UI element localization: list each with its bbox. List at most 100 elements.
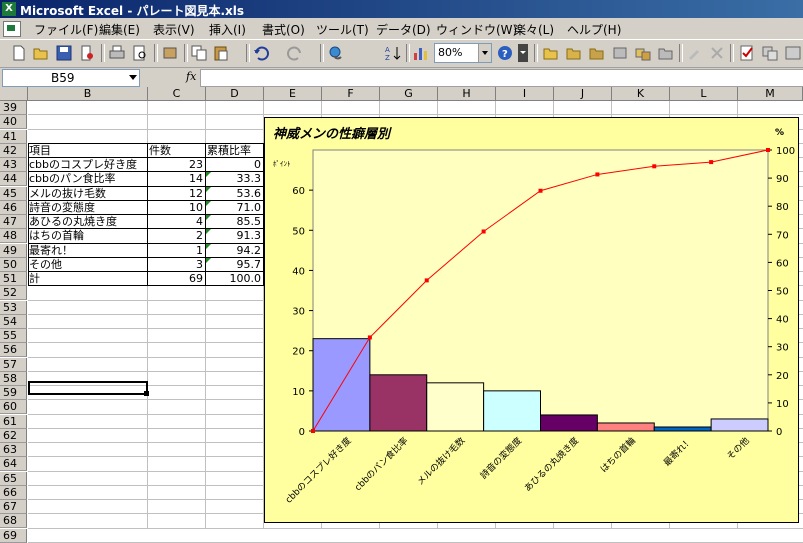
column-header-e[interactable]: E [264, 87, 322, 101]
bar[interactable] [483, 390, 541, 432]
row-header-62[interactable]: 62 [0, 429, 27, 443]
menu-help[interactable]: ヘルプ(H) [567, 21, 621, 38]
cumulative-point[interactable] [311, 429, 315, 433]
window-tool-icon[interactable] [761, 44, 779, 62]
row-header-45[interactable]: 45 [0, 187, 27, 201]
row-header-48[interactable]: 48 [0, 229, 27, 243]
row-header-52[interactable]: 52 [0, 286, 27, 300]
print-preview-icon[interactable] [131, 44, 149, 62]
row-header-55[interactable]: 55 [0, 329, 27, 343]
row-header-67[interactable]: 67 [0, 500, 27, 514]
open-folder-icon[interactable] [32, 44, 50, 62]
row-header-47[interactable]: 47 [0, 215, 27, 229]
row-header-57[interactable]: 57 [0, 358, 27, 372]
row-header-40[interactable]: 40 [0, 115, 27, 129]
row-header-69[interactable]: 69 [0, 529, 27, 543]
cumulative-point[interactable] [367, 335, 372, 340]
save-icon[interactable] [55, 44, 73, 62]
menu-window[interactable]: ウィンドウ(W) [436, 21, 517, 38]
row-header-66[interactable]: 66 [0, 486, 27, 500]
column-header-g[interactable]: G [380, 87, 438, 101]
menu-view[interactable]: 表示(V) [153, 21, 195, 38]
paste-icon[interactable] [212, 44, 230, 62]
row-header-59[interactable]: 59 [0, 386, 27, 400]
select-all-corner[interactable] [0, 87, 28, 101]
row-header-44[interactable]: 44 [0, 172, 27, 186]
row-header-50[interactable]: 50 [0, 258, 27, 272]
row-header-58[interactable]: 58 [0, 372, 27, 386]
menu-edit[interactable]: 編集(E) [99, 21, 140, 38]
row-header-42[interactable]: 42 [0, 144, 27, 158]
row-header-49[interactable]: 49 [0, 244, 27, 258]
copy-icon[interactable] [190, 44, 208, 62]
row-header-60[interactable]: 60 [0, 400, 27, 414]
disabled-close-icon[interactable] [708, 44, 726, 62]
menu-file[interactable]: ファイル(F) [34, 21, 98, 38]
column-header-h[interactable]: H [438, 87, 496, 101]
cumulative-point[interactable] [652, 164, 657, 169]
row-header-63[interactable]: 63 [0, 443, 27, 457]
cumulative-point[interactable] [481, 229, 486, 234]
workbook-icon[interactable] [3, 21, 21, 37]
cumulative-point[interactable] [424, 278, 429, 283]
row-header-51[interactable]: 51 [0, 272, 27, 286]
menu-insert[interactable]: 挿入(I) [209, 21, 246, 38]
window-split-icon[interactable] [784, 44, 802, 62]
folder-tool-icon[interactable] [542, 44, 560, 62]
cumulative-point[interactable] [538, 188, 543, 193]
cumulative-point[interactable] [709, 160, 714, 165]
menu-rakuraku[interactable]: 楽々(L) [514, 21, 554, 38]
row-header-64[interactable]: 64 [0, 457, 27, 471]
bar[interactable] [426, 382, 485, 432]
row-header-53[interactable]: 53 [0, 301, 27, 315]
column-header-d[interactable]: D [206, 87, 264, 101]
disabled-edit-icon[interactable] [686, 44, 704, 62]
column-header-i[interactable]: I [496, 87, 554, 101]
row-header-46[interactable]: 46 [0, 201, 27, 215]
folder-up-icon[interactable] [565, 44, 583, 62]
research-icon[interactable] [161, 44, 179, 62]
column-header-m[interactable]: M [738, 87, 803, 101]
hyperlink-icon[interactable] [327, 44, 345, 62]
fill-handle[interactable] [144, 391, 149, 396]
selected-cell-b59[interactable] [28, 381, 148, 395]
bar[interactable] [369, 374, 428, 432]
row-header-41[interactable]: 41 [0, 130, 27, 144]
folder-remove-icon[interactable] [657, 44, 675, 62]
print-icon[interactable] [108, 44, 126, 62]
undo-icon[interactable] [252, 44, 270, 62]
row-header-39[interactable]: 39 [0, 101, 27, 115]
cumulative-point[interactable] [766, 148, 770, 152]
zoom-select[interactable]: 80% [434, 43, 492, 63]
help-icon[interactable]: ? [496, 44, 514, 62]
menu-data[interactable]: データ(D) [376, 21, 431, 38]
formula-input[interactable] [200, 69, 803, 87]
column-header-c[interactable]: C [148, 87, 206, 101]
sort-ascending-icon[interactable]: AZ [384, 44, 402, 62]
menu-tools[interactable]: ツール(T) [316, 21, 369, 38]
bar[interactable] [653, 426, 712, 432]
bar[interactable] [540, 414, 598, 432]
cumulative-point[interactable] [595, 172, 600, 177]
row-header-61[interactable]: 61 [0, 415, 27, 429]
column-header-j[interactable]: J [554, 87, 612, 101]
name-box[interactable]: B59 [2, 69, 140, 87]
checklist-icon[interactable] [738, 44, 756, 62]
row-header-65[interactable]: 65 [0, 472, 27, 486]
row-header-54[interactable]: 54 [0, 315, 27, 329]
sheet-tool-icon[interactable] [611, 44, 629, 62]
row-header-56[interactable]: 56 [0, 343, 27, 357]
group-tool-icon[interactable] [634, 44, 652, 62]
folder-add-icon[interactable] [588, 44, 606, 62]
chart-wizard-icon[interactable] [412, 44, 430, 62]
new-document-icon[interactable] [10, 44, 28, 62]
column-header-l[interactable]: L [670, 87, 738, 101]
column-header-f[interactable]: F [322, 87, 380, 101]
menu-format[interactable]: 書式(O) [262, 21, 305, 38]
row-header-43[interactable]: 43 [0, 158, 27, 172]
insert-function-icon[interactable]: fx [186, 70, 196, 83]
column-header-k[interactable]: K [612, 87, 670, 101]
pareto-chart[interactable]: 神威メンの性癖層別 0 10 20 30 40 50 60 0 10 20 30 40 50 60 70 80… [264, 117, 799, 523]
permission-icon[interactable] [78, 44, 96, 62]
column-header-b[interactable]: B [28, 87, 148, 101]
